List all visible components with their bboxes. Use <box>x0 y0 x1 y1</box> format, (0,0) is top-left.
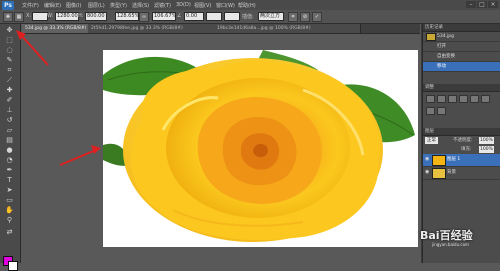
hue-saturation-icon[interactable] <box>481 95 490 103</box>
layers-panel-header[interactable]: 图层 <box>423 128 500 136</box>
fill-label: 填充: <box>461 147 472 152</box>
layer-row-active[interactable]: ◉ 图层 1 <box>423 154 500 167</box>
black-white-icon[interactable] <box>437 107 446 115</box>
history-empty-area <box>423 72 500 84</box>
layer-row[interactable]: ◉ 背景 <box>423 167 500 180</box>
visibility-eye-icon[interactable]: ◉ <box>425 170 430 175</box>
visibility-eye-icon[interactable]: ◉ <box>425 157 430 162</box>
color-balance-icon[interactable] <box>426 107 435 115</box>
adjustments-icon-grid <box>423 92 500 116</box>
arrow-to-canvas-edge <box>59 149 97 166</box>
levels-icon[interactable] <box>437 95 446 103</box>
fill-field[interactable]: 100% <box>479 146 494 153</box>
layer-thumbnail <box>432 168 446 179</box>
layer-thumbnail <box>432 155 446 166</box>
layers-fill-row: 填充: 100% <box>423 145 500 154</box>
layers-options-row: 正常 不透明度: 100% <box>423 136 500 145</box>
history-panel-header[interactable]: 历史记录 <box>423 24 500 32</box>
vibrance-icon[interactable] <box>470 95 479 103</box>
history-snapshot-thumb <box>426 33 436 41</box>
exposure-icon[interactable] <box>459 95 468 103</box>
watermark-url: jingyan.baidu.com <box>432 242 469 247</box>
history-row-active[interactable]: 移动 <box>423 62 500 72</box>
brightness-icon[interactable] <box>426 95 435 103</box>
curves-icon[interactable] <box>448 95 457 103</box>
history-row[interactable]: 自由变换 <box>423 52 500 62</box>
adjustments-panel-header[interactable]: 调整 <box>423 84 500 92</box>
arrowhead-canvas-edge <box>91 145 101 154</box>
history-row[interactable]: 打开 <box>423 42 500 52</box>
blend-mode-select[interactable]: 正常 <box>425 137 438 144</box>
opacity-label: 不透明度: <box>453 138 473 143</box>
arrow-to-move-tool <box>19 33 49 66</box>
baidu-jingyan-watermark: Bai百经验 <box>420 229 473 242</box>
history-row[interactable]: 534.jpg <box>423 32 500 42</box>
opacity-field[interactable]: 100% <box>479 137 494 144</box>
